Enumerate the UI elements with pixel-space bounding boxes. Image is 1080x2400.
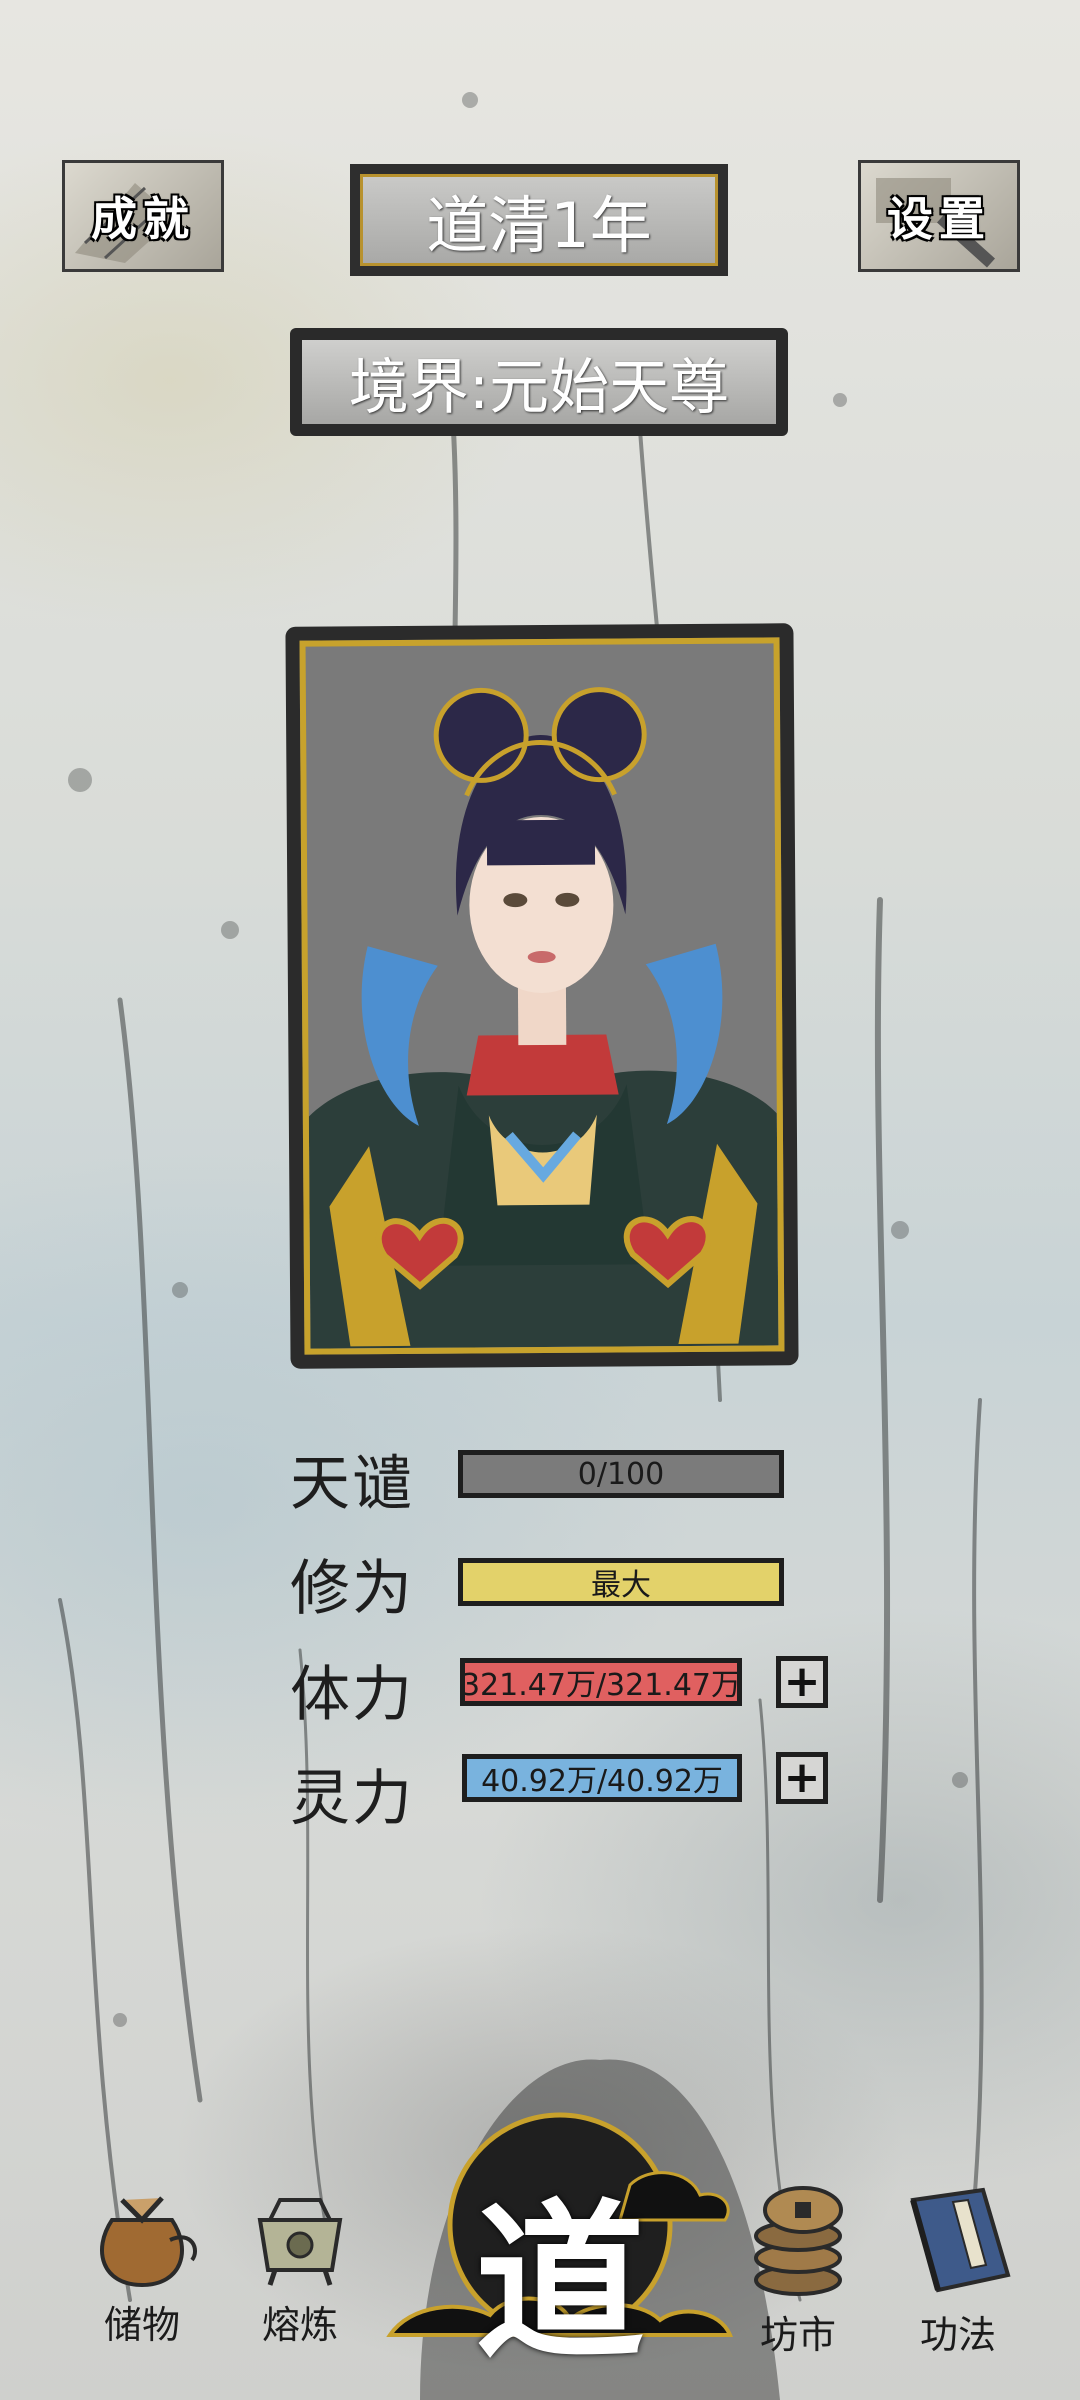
- cultivation-label: 修为: [290, 1554, 414, 1624]
- nav-storage-label: 储物: [103, 2303, 180, 2347]
- settings-label: 设置: [887, 192, 991, 246]
- settings-button[interactable]: 设置: [858, 160, 1020, 272]
- tribulation-bar: 0/100: [458, 1450, 784, 1498]
- nav-market-label: 坊市: [759, 2313, 836, 2357]
- realm-text: 境界:元始天尊: [302, 340, 776, 424]
- dao-button[interactable]: 道: [380, 2105, 740, 2383]
- nav-storage[interactable]: 储物: [82, 2180, 202, 2349]
- achievements-label: 成就: [91, 192, 195, 246]
- pouch-icon: [100, 2196, 198, 2288]
- character-portrait: [285, 623, 799, 1369]
- coins-icon: [754, 2186, 843, 2296]
- spirit-add-button[interactable]: +: [776, 1752, 828, 1804]
- stamina-label: 体力: [290, 1660, 414, 1730]
- nav-techniques[interactable]: 功法: [898, 2180, 1018, 2359]
- cultivation-bar: 最大: [458, 1558, 784, 1606]
- dao-glyph: 道: [474, 2183, 645, 2383]
- nav-smelting[interactable]: 熔炼: [240, 2180, 360, 2349]
- character-illustration: [308, 687, 779, 1349]
- book-icon: [910, 2187, 1011, 2293]
- nav-smelting-label: 熔炼: [261, 2303, 338, 2347]
- tribulation-label: 天谴: [290, 1449, 414, 1519]
- achievements-button[interactable]: 成就: [62, 160, 224, 272]
- year-text: 道清1年: [360, 174, 718, 266]
- nav-market[interactable]: 坊市: [738, 2180, 858, 2359]
- spirit-label: 灵力: [290, 1764, 414, 1834]
- stamina-bar: 321.47万/321.47万: [460, 1658, 742, 1706]
- cauldron-icon: [257, 2198, 343, 2286]
- realm-display: 境界:元始天尊: [290, 328, 788, 436]
- year-display: 道清1年: [350, 164, 728, 276]
- stamina-add-button[interactable]: +: [776, 1656, 828, 1708]
- spirit-bar: 40.92万/40.92万: [462, 1754, 742, 1802]
- nav-techniques-label: 功法: [919, 2313, 996, 2357]
